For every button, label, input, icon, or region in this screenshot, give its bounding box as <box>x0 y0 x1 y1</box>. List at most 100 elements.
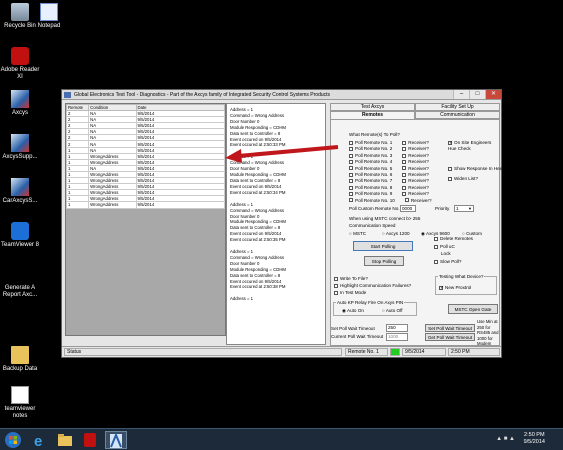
log-entry: Address = 1 Command = Wrong Address Door N… <box>230 249 322 290</box>
tab-remotes[interactable]: Remotes <box>330 111 415 119</box>
remotes-heading: What Remote(s) To Poll? <box>349 132 400 137</box>
radio-axcys-1200[interactable]: ○ Axcys 1200 <box>382 231 410 236</box>
slow-poll[interactable]: Slow Poll? <box>434 259 461 264</box>
poll-remote-label: Poll Remote No. 8 <box>355 184 393 190</box>
status-bar: Status Remote No. 1 9/5/2014 2:50 PM <box>62 346 501 357</box>
events-table: Remote Condition Date 2 NA 9/5/2014 2 NA 9/5/… <box>65 104 225 209</box>
poll-remote-checkbox[interactable] <box>349 179 353 184</box>
get-poll-wait-button[interactable]: Get Poll Wait Timeout <box>425 333 475 341</box>
folder-icon <box>58 434 72 446</box>
priority-select[interactable]: 1 ▼ <box>454 205 474 212</box>
in-test-mode[interactable]: In Test Mode <box>334 290 366 295</box>
poll-remote-label: Poll Remote No. 4 <box>355 159 393 165</box>
maximize-button[interactable]: □ <box>469 90 485 99</box>
teamviewer-icon <box>11 222 29 240</box>
taskbar-axcys[interactable] <box>105 431 127 449</box>
receiver-checkbox[interactable] <box>402 153 407 158</box>
receiver-checkbox[interactable] <box>402 159 407 164</box>
start-button[interactable] <box>3 431 25 449</box>
new-proxtrol-checkbox[interactable]: ✓ <box>439 285 444 291</box>
slow-poll-checkbox[interactable] <box>434 259 438 264</box>
taskbar-clock[interactable]: 2:50 PM 9/5/2014 <box>524 432 545 446</box>
on-site-checkbox[interactable]: ✓ <box>448 140 453 146</box>
radio-auto-on[interactable]: ◉ Auto On <box>342 308 364 314</box>
delete-remotes-checkbox[interactable] <box>434 236 438 241</box>
current-poll-wait-input[interactable]: 1000 <box>386 333 408 341</box>
desktop-icon-teamviewer-notes[interactable]: teamviewer notes <box>0 386 40 420</box>
delete-remotes-label: Delete Remotes <box>440 236 473 241</box>
receiver-checkbox[interactable] <box>402 179 407 184</box>
axcys-icon <box>11 90 29 108</box>
poll-remote-checkbox[interactable] <box>349 172 353 177</box>
poll-remote-checkbox[interactable] <box>349 147 353 152</box>
taskbar-ie[interactable]: e <box>30 431 52 450</box>
receiver-checkbox[interactable] <box>402 191 407 196</box>
desktop-icon-adobe-reader[interactable]: Adobe Reader XI <box>0 47 40 81</box>
receiver-checkbox[interactable] <box>402 166 407 171</box>
radio-auto-off[interactable]: ○ Auto Off <box>382 308 403 313</box>
poll-remote-checkbox[interactable] <box>349 185 353 190</box>
set-poll-wait-button[interactable]: Set Poll Wait Timeout <box>425 324 475 332</box>
on-site-check-label: On Site Engineers Hue Check <box>448 140 492 151</box>
desktop-icon-notepad[interactable]: Notepad <box>29 3 69 30</box>
poll-remote-checkbox[interactable] <box>349 153 353 158</box>
taskbar-explorer[interactable] <box>55 431 77 449</box>
desktop-icon-axcys-support[interactable]: AxcysSupp... <box>0 134 40 161</box>
adobe-reader-icon <box>84 433 96 447</box>
poll-remote-checkbox[interactable] <box>349 191 353 196</box>
in-test-mode-checkbox[interactable] <box>334 290 338 295</box>
receiver-checkbox[interactable] <box>402 147 407 152</box>
receiver-checkbox[interactable] <box>402 172 407 177</box>
window-titlebar[interactable]: Global Electronics Test Tool - Diagnosti… <box>62 90 501 100</box>
poll-remote-checkbox[interactable] <box>349 166 353 171</box>
stop-polling-button[interactable]: Stop Polling <box>364 256 404 266</box>
desktop-icon-caraxcys[interactable]: CarAxcysS... <box>0 178 40 205</box>
tray-icons[interactable]: ▲ ■ ▲ <box>496 436 515 442</box>
tab-communication[interactable]: Communication <box>415 111 500 119</box>
event-log-text[interactable]: Address = 1 Command = Wrong Address Door N… <box>226 103 326 345</box>
highlight-failures[interactable]: Highlight Communication Failures? <box>334 283 411 288</box>
show-response-checkbox[interactable] <box>448 166 452 171</box>
tab-facility-set-up[interactable]: Facility Set Up <box>415 103 500 111</box>
write-to-file[interactable]: Write To File? <box>334 276 368 281</box>
testing-device-group: Testing What Device? ✓ New Proxtrol <box>435 274 497 295</box>
highlight-failures-checkbox[interactable] <box>334 283 338 288</box>
poll-remote-checkbox[interactable] <box>349 159 353 164</box>
poll-uc[interactable]: Poll uC <box>434 244 455 249</box>
radio-mstc[interactable]: ○ MSTC <box>349 231 366 236</box>
receiver-checkbox[interactable] <box>402 185 407 190</box>
set-poll-wait-input[interactable]: 250 <box>386 324 408 332</box>
receiver-label: Receiver? <box>408 172 429 177</box>
taskbar-adobe[interactable] <box>80 431 102 449</box>
folder-icon <box>11 346 29 364</box>
tab-test-axcys[interactable]: Test Axcys <box>330 103 415 111</box>
receiver-checkbox[interactable] <box>404 198 409 203</box>
desktop-icon-generate-report[interactable]: Generate A Report Axc... <box>0 265 40 299</box>
poll-custom-input[interactable]: 0000 <box>400 205 416 212</box>
receiver-checkbox[interactable] <box>402 140 407 145</box>
write-to-file-checkbox[interactable] <box>334 276 338 281</box>
desktop-icon-teamviewer[interactable]: TeamViewer 8 <box>0 222 40 249</box>
close-button[interactable]: ✕ <box>485 90 501 99</box>
new-proxtrol[interactable]: ✓ New Proxtrol <box>439 285 471 291</box>
delete-remotes[interactable]: Delete Remotes <box>434 236 473 241</box>
desktop-icon-axcys[interactable]: Axcys <box>0 90 40 117</box>
status-date: 9/5/2014 <box>402 348 446 356</box>
mstc-open-gate-button[interactable]: MSTC Open Gate <box>448 304 498 314</box>
on-site-check[interactable]: ✓ On Site Engineers Hue Check <box>448 140 500 152</box>
show-response-hex[interactable]: Show Response In Hex <box>448 166 502 171</box>
receiver-label: Receiver? <box>410 197 432 203</box>
poll-remote-label: Poll Remote No. 10 <box>355 197 395 203</box>
slow-poll-label: Slow Poll? <box>440 259 462 264</box>
start-polling-button[interactable]: Start Polling <box>353 241 413 251</box>
poll-remote-checkbox[interactable] <box>349 198 353 203</box>
widen-list[interactable]: Widen List? <box>448 176 478 181</box>
events-grid[interactable]: Remote Condition Date 2 NA 9/5/2014 2 NA 9/5/… <box>65 103 226 336</box>
receiver-label: Receiver? <box>408 140 429 145</box>
poll-remote-checkbox[interactable] <box>349 140 353 145</box>
table-row[interactable]: 1 WrongAddress 9/5/2014 <box>65 201 225 209</box>
desktop-icon-backup-data[interactable]: Backup Data <box>0 346 40 373</box>
minimize-button[interactable]: – <box>453 90 469 99</box>
widen-list-checkbox[interactable] <box>448 176 452 181</box>
poll-uc-checkbox[interactable] <box>434 244 438 249</box>
